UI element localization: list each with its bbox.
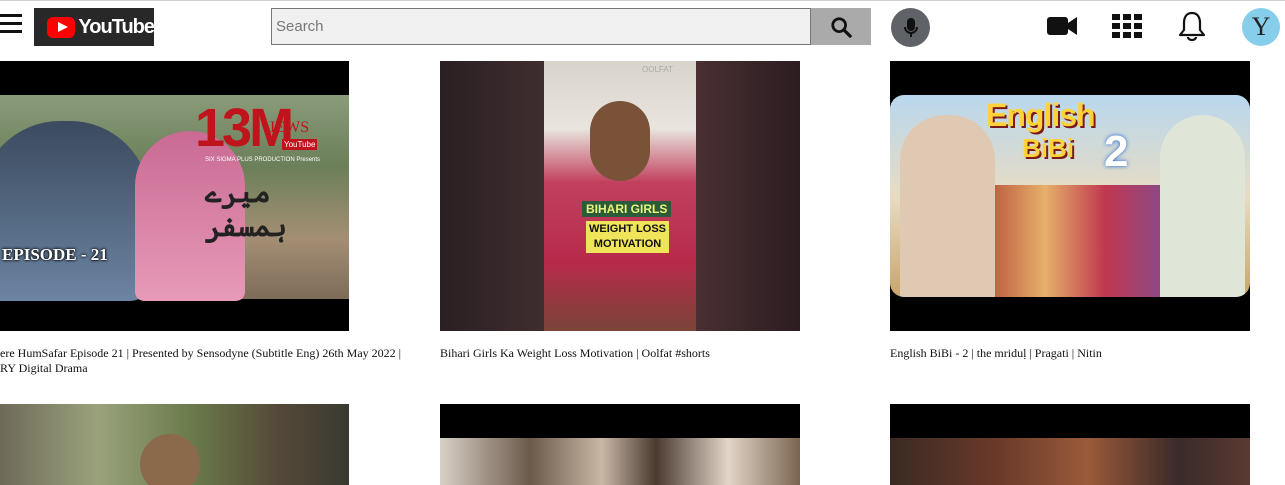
create-video-button[interactable] xyxy=(1045,10,1079,42)
menu-icon[interactable] xyxy=(0,14,22,34)
thumbnail-image xyxy=(890,438,1250,485)
thumbnail-caption-line: WEIGHT LOSS xyxy=(589,223,666,235)
search-input[interactable] xyxy=(271,8,811,45)
thumbnail-caption: میرے ہمسفر xyxy=(205,178,288,243)
thumbnail-caption: BiBi xyxy=(1022,133,1074,163)
video-thumbnail[interactable]: OOLFAT BIHARI GIRLS WEIGHT LOSS MOTIVATI… xyxy=(440,61,800,331)
bell-icon xyxy=(1178,11,1206,41)
notifications-button[interactable] xyxy=(1175,10,1209,42)
video-title[interactable]: Bihari Girls Ka Weight Loss Motivation |… xyxy=(440,346,850,361)
thumbnail-caption: English xyxy=(986,97,1096,133)
thumbnail-caption: OOLFAT xyxy=(642,65,673,74)
thumbnail-image: English BiBi 2 xyxy=(890,95,1250,297)
video-thumbnail[interactable]: 13M IEWS YouTube SIX SIGMA PLUS PRODUCTI… xyxy=(0,61,349,331)
thumbnail-figure xyxy=(140,434,200,485)
logo-text: YouTube xyxy=(78,15,155,38)
thumbnail-caption: EPISODE - 21 xyxy=(2,245,108,264)
thumbnail-image xyxy=(440,438,800,485)
video-thumbnail[interactable]: English BiBi 2 xyxy=(890,61,1250,331)
video-thumbnail[interactable] xyxy=(440,404,800,485)
top-border xyxy=(0,0,1285,1)
thumbnail-figure xyxy=(590,101,650,181)
video-camera-icon xyxy=(1047,17,1077,35)
microphone-icon xyxy=(903,17,918,37)
thumbnail-figure xyxy=(0,121,150,301)
search-icon xyxy=(831,16,852,38)
video-thumbnail[interactable] xyxy=(890,404,1250,485)
video-title[interactable]: English BiBi - 2 | the mriduḷ | Pragati … xyxy=(890,346,1285,361)
thumbnail-image xyxy=(696,61,800,331)
thumbnail-caption: 2 xyxy=(1104,127,1129,176)
search-button[interactable] xyxy=(811,8,871,45)
thumbnail-figure xyxy=(900,115,995,297)
video-thumbnail[interactable] xyxy=(0,404,349,485)
thumbnail-figure xyxy=(985,185,1165,297)
thumbnail-image xyxy=(440,61,544,331)
thumbnail-caption: IEWS xyxy=(270,119,310,136)
play-logo-icon xyxy=(47,16,76,38)
apps-grid-icon xyxy=(1112,14,1142,38)
thumbnail-caption: YouTube xyxy=(282,139,318,150)
youtube-logo[interactable]: YouTube xyxy=(34,8,155,46)
thumbnail-caption: BIHARI GIRLS xyxy=(582,201,672,217)
video-title[interactable]: ere HumSafar Episode 21 | Presented by S… xyxy=(0,346,410,376)
apps-button[interactable] xyxy=(1110,10,1144,42)
avatar[interactable]: Y xyxy=(1242,8,1280,46)
thumbnail-figure xyxy=(1160,115,1245,297)
thumbnail-caption-line: MOTIVATION xyxy=(593,238,662,250)
thumbnail-caption: WEIGHT LOSS MOTIVATION xyxy=(586,221,669,253)
thumbnail-caption: SIX SIGMA PLUS PRODUCTION Presents xyxy=(205,157,321,163)
voice-search-button[interactable] xyxy=(891,8,930,47)
